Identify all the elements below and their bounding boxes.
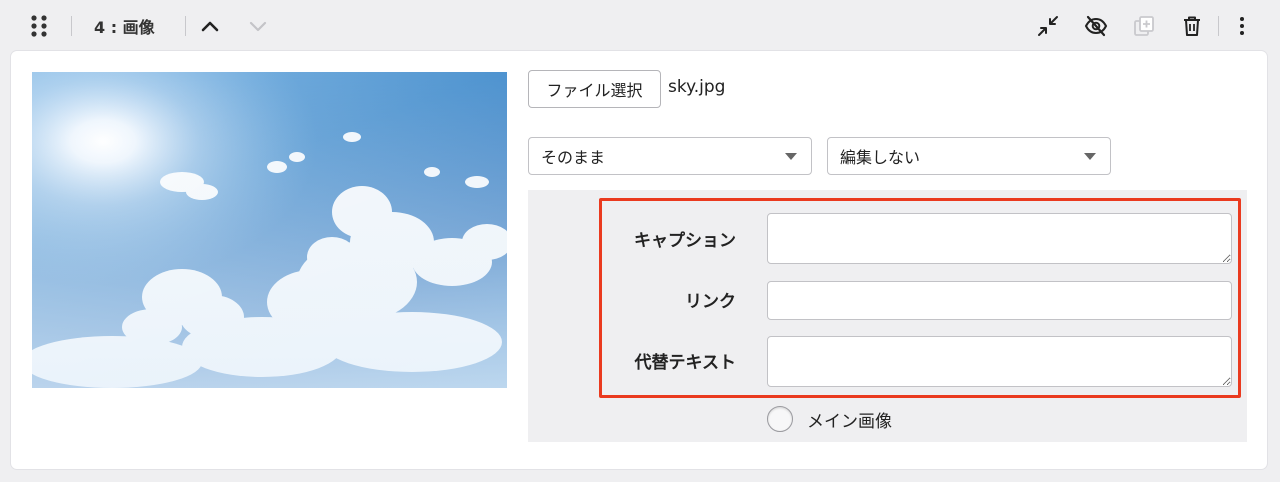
caret-down-icon — [785, 153, 797, 160]
main-image-radio[interactable] — [767, 406, 793, 432]
highlight-box — [599, 198, 1241, 398]
chevron-down-icon[interactable] — [244, 12, 272, 40]
block-toolbar: 4 : 画像 — [0, 0, 1280, 52]
more-vertical-icon[interactable] — [1228, 12, 1256, 40]
trash-icon[interactable] — [1178, 12, 1206, 40]
duplicate-icon[interactable] — [1130, 12, 1158, 40]
file-select-button[interactable]: ファイル選択 — [528, 70, 661, 108]
eye-off-icon[interactable] — [1082, 12, 1110, 40]
image-preview — [32, 72, 507, 388]
toolbar-divider — [185, 16, 186, 36]
drag-handle-icon[interactable] — [26, 12, 54, 40]
edit-select-value: 編集しない — [840, 148, 921, 167]
chevron-up-icon[interactable] — [196, 12, 224, 40]
size-select-value: そのまま — [541, 148, 606, 167]
toolbar-divider — [1218, 16, 1219, 36]
collapse-icon[interactable] — [1034, 12, 1062, 40]
main-image-option[interactable]: メイン画像 — [767, 405, 892, 433]
size-select[interactable]: そのまま — [528, 137, 812, 175]
block-title: 4 : 画像 — [94, 18, 155, 37]
toolbar-divider — [71, 16, 72, 36]
caret-down-icon — [1084, 153, 1096, 160]
main-image-label: メイン画像 — [807, 411, 892, 432]
file-name: sky.jpg — [668, 77, 726, 97]
edit-select[interactable]: 編集しない — [827, 137, 1111, 175]
